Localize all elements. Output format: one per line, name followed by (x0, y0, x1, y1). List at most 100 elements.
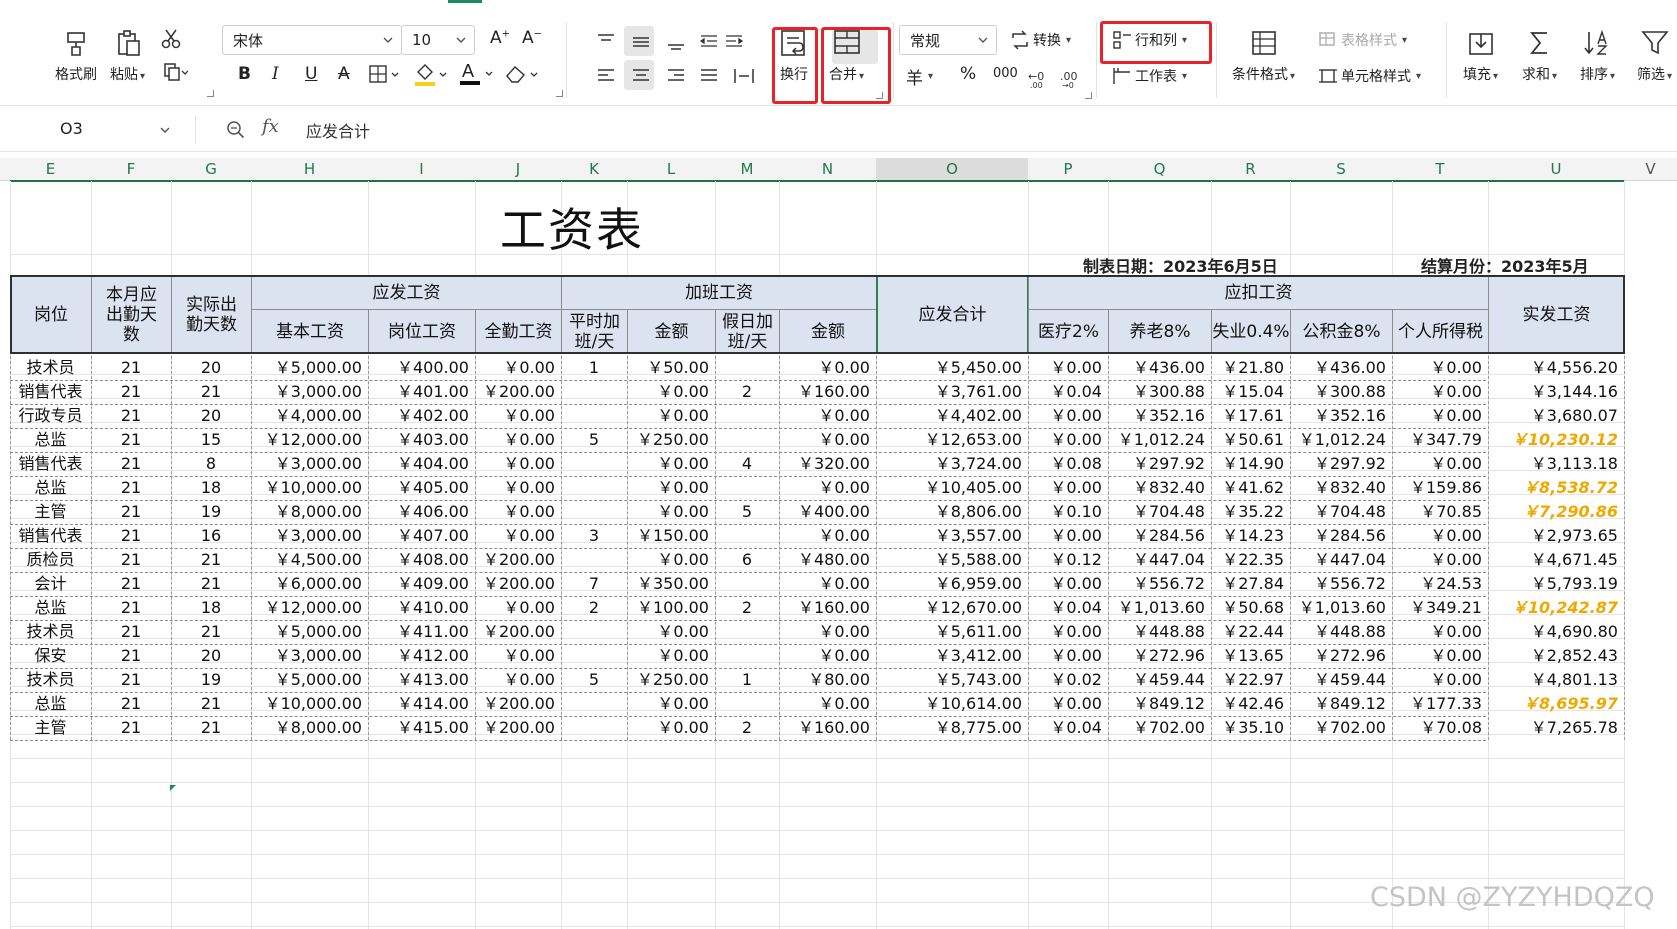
table-cell[interactable]: ￥0.00 (475, 500, 561, 524)
table-cell[interactable]: ￥448.88 (1290, 620, 1392, 644)
table-cell[interactable]: ￥0.00 (627, 452, 715, 476)
table-cell[interactable]: 20 (171, 644, 251, 668)
table-cell[interactable]: 21 (91, 692, 171, 716)
table-cell[interactable] (715, 644, 779, 668)
table-cell[interactable]: ￥0.10 (1028, 500, 1108, 524)
header-position[interactable]: 岗位 (10, 275, 92, 354)
table-cell[interactable]: 18 (171, 476, 251, 500)
table-cell[interactable]: ￥352.16 (1108, 404, 1211, 428)
decrease-font-icon[interactable]: A− (522, 28, 542, 48)
table-cell[interactable]: 总监 (10, 596, 91, 620)
table-cell[interactable]: ￥352.16 (1290, 404, 1392, 428)
table-cell[interactable]: ￥297.92 (1108, 452, 1211, 476)
table-cell[interactable]: ￥347.79 (1392, 428, 1488, 452)
table-cell[interactable]: ￥0.00 (1392, 644, 1488, 668)
table-cell[interactable]: ￥408.00 (368, 548, 475, 572)
table-cell[interactable]: ￥3,000.00 (251, 380, 368, 404)
table-cell[interactable]: ￥400.00 (779, 500, 876, 524)
header-pension[interactable]: 养老8% (1108, 309, 1212, 354)
table-cell[interactable]: ￥10,000.00 (251, 476, 368, 500)
table-cell[interactable]: 21 (91, 572, 171, 596)
name-box[interactable]: O3 (8, 113, 178, 145)
sort-button[interactable]: 排序 ▾ (1580, 28, 1615, 84)
table-cell[interactable]: ￥10,230.12 (1488, 428, 1624, 452)
table-cell[interactable]: ￥0.00 (627, 404, 715, 428)
table-cell[interactable]: 销售代表 (10, 452, 91, 476)
table-cell[interactable]: ￥12,000.00 (251, 428, 368, 452)
table-cell[interactable]: ￥704.48 (1108, 500, 1211, 524)
table-cell[interactable]: ￥0.00 (475, 452, 561, 476)
wrap-text-button[interactable]: 换行 (779, 28, 809, 84)
table-cell[interactable]: ￥50.00 (627, 356, 715, 380)
table-cell[interactable]: ￥832.40 (1108, 476, 1211, 500)
table-cell[interactable]: ￥412.00 (368, 644, 475, 668)
table-cell[interactable]: ￥0.00 (1028, 404, 1108, 428)
column-header-l[interactable]: L (627, 158, 715, 181)
table-cell[interactable]: ￥27.84 (1211, 572, 1290, 596)
column-header-q[interactable]: Q (1108, 158, 1211, 181)
table-cell[interactable]: ￥12,653.00 (876, 428, 1028, 452)
table-cell[interactable]: ￥8,000.00 (251, 716, 368, 740)
header-payable-group[interactable]: 应发工资 (251, 275, 562, 310)
table-cell[interactable]: ￥0.00 (627, 548, 715, 572)
table-cell[interactable]: ￥5,793.19 (1488, 572, 1624, 596)
table-cell[interactable]: ￥3,144.16 (1488, 380, 1624, 404)
table-cell[interactable]: 19 (171, 668, 251, 692)
table-cell[interactable]: ￥0.00 (779, 404, 876, 428)
table-cell[interactable]: 1 (715, 668, 779, 692)
column-header-h[interactable]: H (251, 158, 368, 181)
table-cell[interactable]: ￥200.00 (475, 380, 561, 404)
table-cell[interactable]: ￥3,000.00 (251, 452, 368, 476)
table-cell[interactable] (561, 452, 627, 476)
column-header-o[interactable]: O (876, 158, 1028, 181)
table-cell[interactable]: 21 (91, 596, 171, 620)
header-weekday-ot[interactable]: 平时加班/天 (561, 309, 628, 354)
table-cell[interactable]: ￥409.00 (368, 572, 475, 596)
table-cell[interactable]: ￥3,000.00 (251, 524, 368, 548)
table-cell[interactable] (715, 404, 779, 428)
made-date[interactable]: 制表日期：2023年6月5日 (1083, 253, 1278, 277)
table-cell[interactable]: ￥0.00 (1028, 428, 1108, 452)
table-cell[interactable]: ￥5,588.00 (876, 548, 1028, 572)
table-cell[interactable]: ￥35.22 (1211, 500, 1290, 524)
table-cell[interactable]: 21 (171, 548, 251, 572)
table-cell[interactable]: ￥41.62 (1211, 476, 1290, 500)
table-cell[interactable]: ￥5,000.00 (251, 356, 368, 380)
table-cell[interactable]: ￥0.12 (1028, 548, 1108, 572)
horizontal-align-icons[interactable] (595, 66, 760, 86)
table-cell[interactable]: 21 (91, 404, 171, 428)
table-cell[interactable]: ￥0.00 (1028, 644, 1108, 668)
header-net-pay[interactable]: 实发工资 (1488, 275, 1625, 354)
table-cell[interactable]: ￥160.00 (779, 380, 876, 404)
table-cell[interactable]: ￥415.00 (368, 716, 475, 740)
table-cell[interactable]: ￥0.04 (1028, 596, 1108, 620)
table-cell[interactable]: ￥6,000.00 (251, 572, 368, 596)
conditional-format-button[interactable]: 条件格式 ▾ (1232, 28, 1295, 84)
table-cell[interactable]: 5 (561, 428, 627, 452)
table-cell[interactable]: 销售代表 (10, 380, 91, 404)
settle-month[interactable]: 结算月份：2023年5月 (1421, 253, 1589, 277)
table-cell[interactable]: 15 (171, 428, 251, 452)
filter-button[interactable]: 筛选 ▾ (1637, 28, 1672, 84)
table-cell[interactable]: ￥3,680.07 (1488, 404, 1624, 428)
font-dialog-launcher[interactable] (556, 90, 563, 97)
table-cell[interactable]: ￥405.00 (368, 476, 475, 500)
table-cell[interactable]: ￥0.08 (1028, 452, 1108, 476)
table-cell[interactable]: ￥160.00 (779, 596, 876, 620)
table-cell[interactable]: ￥0.00 (1392, 548, 1488, 572)
table-cell[interactable]: 8 (171, 452, 251, 476)
table-cell[interactable]: ￥0.00 (779, 428, 876, 452)
table-cell[interactable]: ￥4,671.45 (1488, 548, 1624, 572)
table-cell[interactable]: ￥8,000.00 (251, 500, 368, 524)
table-cell[interactable]: 技术员 (10, 620, 91, 644)
table-cell[interactable]: ￥0.00 (627, 476, 715, 500)
table-cell[interactable]: ￥3,557.00 (876, 524, 1028, 548)
font-size-combo[interactable]: 10 (401, 25, 475, 55)
table-cell[interactable]: ￥4,000.00 (251, 404, 368, 428)
number-format-combo[interactable]: 常规 (899, 25, 997, 55)
table-cell[interactable]: ￥1,012.24 (1108, 428, 1211, 452)
table-cell[interactable]: ￥42.46 (1211, 692, 1290, 716)
table-cell[interactable]: ￥0.00 (1392, 404, 1488, 428)
table-cell[interactable]: ￥0.00 (1392, 356, 1488, 380)
header-days-actual[interactable]: 实际出勤天数 (171, 275, 252, 354)
